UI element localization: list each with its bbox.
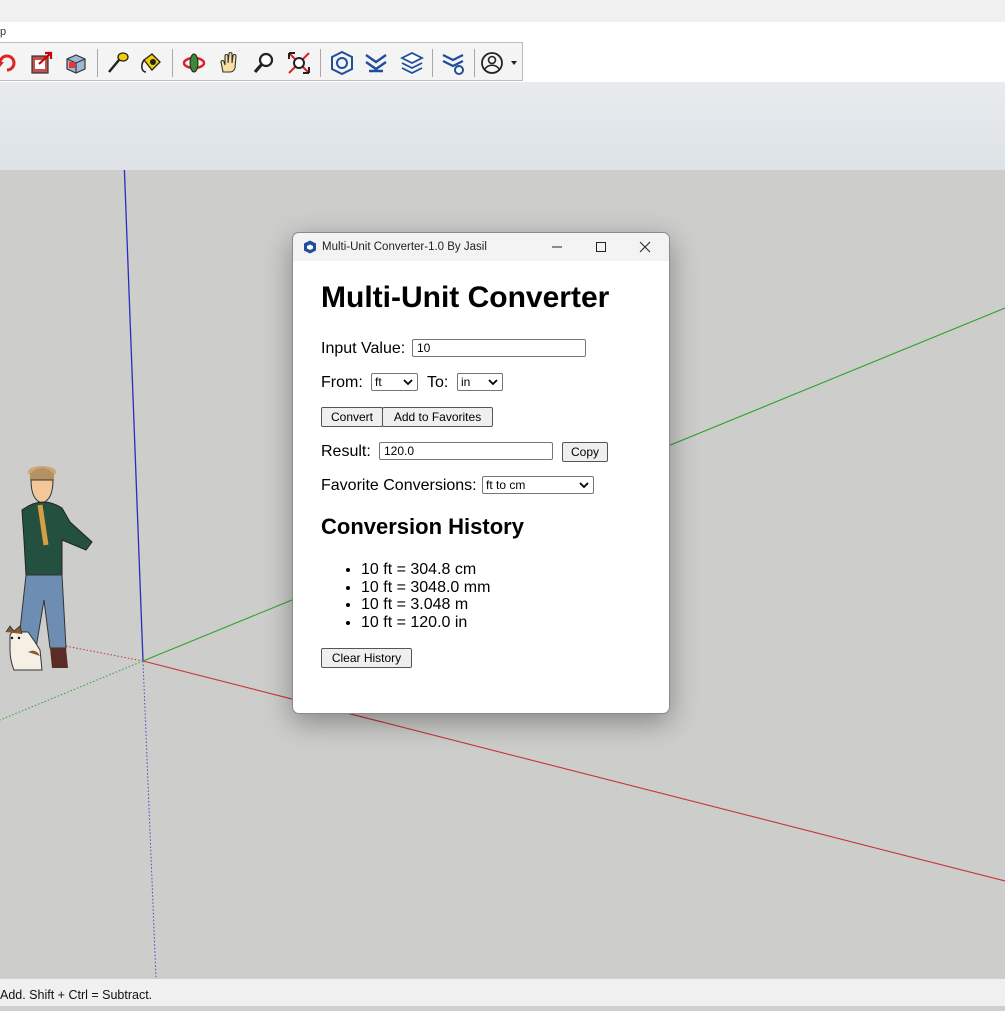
settings-icon[interactable] (440, 50, 466, 76)
extension-icon[interactable] (363, 50, 389, 76)
toolbar-ribbon (0, 82, 1005, 171)
zoom-icon[interactable] (251, 50, 277, 76)
close-icon[interactable] (623, 233, 667, 261)
to-unit-value: in (461, 375, 471, 389)
toolbar-separator (432, 49, 433, 77)
to-label: To: (427, 374, 449, 391)
status-bar: Add. Shift + Ctrl = Subtract. (0, 978, 1005, 1006)
chevron-down-icon (488, 379, 498, 386)
dialog-titlebar[interactable]: Multi-Unit Converter-1.0 By Jasil (293, 233, 669, 261)
clear-history-button[interactable]: Clear History (321, 648, 412, 668)
layers-icon[interactable] (399, 50, 425, 76)
toolbar-separator (172, 49, 173, 77)
main-toolbar (0, 42, 523, 81)
status-text: Add. Shift + Ctrl = Subtract. (0, 988, 153, 1002)
history-item: 10 ft = 3048.0 mm (361, 579, 490, 597)
orbit-icon[interactable] (181, 50, 207, 76)
to-unit-select[interactable]: in (457, 373, 503, 391)
maximize-icon[interactable] (579, 233, 623, 261)
copy-button[interactable]: Copy (562, 442, 608, 462)
toolbar-separator (97, 49, 98, 77)
favorite-conversions-value: ft to cm (486, 478, 526, 492)
warehouse-icon[interactable] (329, 50, 355, 76)
tape-measure-icon[interactable] (105, 50, 131, 76)
chevron-down-icon (579, 482, 589, 489)
chevron-down-icon (511, 61, 517, 65)
input-value-label: Input Value: (321, 340, 406, 357)
pan-icon[interactable] (216, 50, 242, 76)
red-axis-negative (59, 644, 144, 662)
input-value-field[interactable]: 10 (412, 339, 586, 357)
history-list: 10 ft = 304.8 cm 10 ft = 3048.0 mm 10 ft… (333, 561, 490, 632)
add-to-favorites-button[interactable]: Add to Favorites (382, 407, 493, 427)
from-unit-select[interactable]: ft (371, 373, 418, 391)
history-item: 10 ft = 3.048 m (361, 596, 490, 614)
history-heading: Conversion History (321, 514, 524, 539)
blue-axis-negative (142, 660, 157, 978)
toolbar-separator (474, 49, 475, 77)
app-logo-icon (304, 240, 316, 254)
export-icon[interactable] (29, 50, 55, 76)
menu-bar: p (0, 22, 1005, 42)
result-label: Result: (321, 443, 371, 460)
history-item: 10 ft = 304.8 cm (361, 561, 490, 579)
chevron-down-icon (403, 379, 413, 386)
from-label: From: (321, 374, 363, 391)
blue-axis (123, 170, 144, 662)
paint-bucket-icon[interactable] (138, 50, 164, 76)
history-item: 10 ft = 120.0 in (361, 614, 490, 632)
from-unit-value: ft (375, 375, 382, 389)
zoom-extents-icon[interactable] (286, 50, 312, 76)
components-icon[interactable] (63, 50, 89, 76)
orbit-refresh-icon[interactable] (0, 50, 20, 76)
dialog-title: Multi-Unit Converter-1.0 By Jasil (322, 241, 487, 253)
page-title: Multi-Unit Converter (321, 281, 610, 314)
convert-button[interactable]: Convert (321, 407, 383, 427)
minimize-icon[interactable] (535, 233, 579, 261)
account-icon[interactable] (480, 50, 520, 76)
dialog-content: Multi-Unit Converter Input Value: 10 Fro… (293, 261, 669, 713)
window-titlebar (0, 0, 1005, 22)
favorite-conversions-select[interactable]: ft to cm (482, 476, 594, 494)
converter-dialog: Multi-Unit Converter-1.0 By Jasil Multi-… (292, 232, 670, 714)
toolbar-separator (320, 49, 321, 77)
menu-fragment[interactable]: p (0, 22, 6, 42)
favorite-conversions-label: Favorite Conversions: (321, 477, 477, 494)
result-field[interactable]: 120.0 (379, 442, 553, 460)
